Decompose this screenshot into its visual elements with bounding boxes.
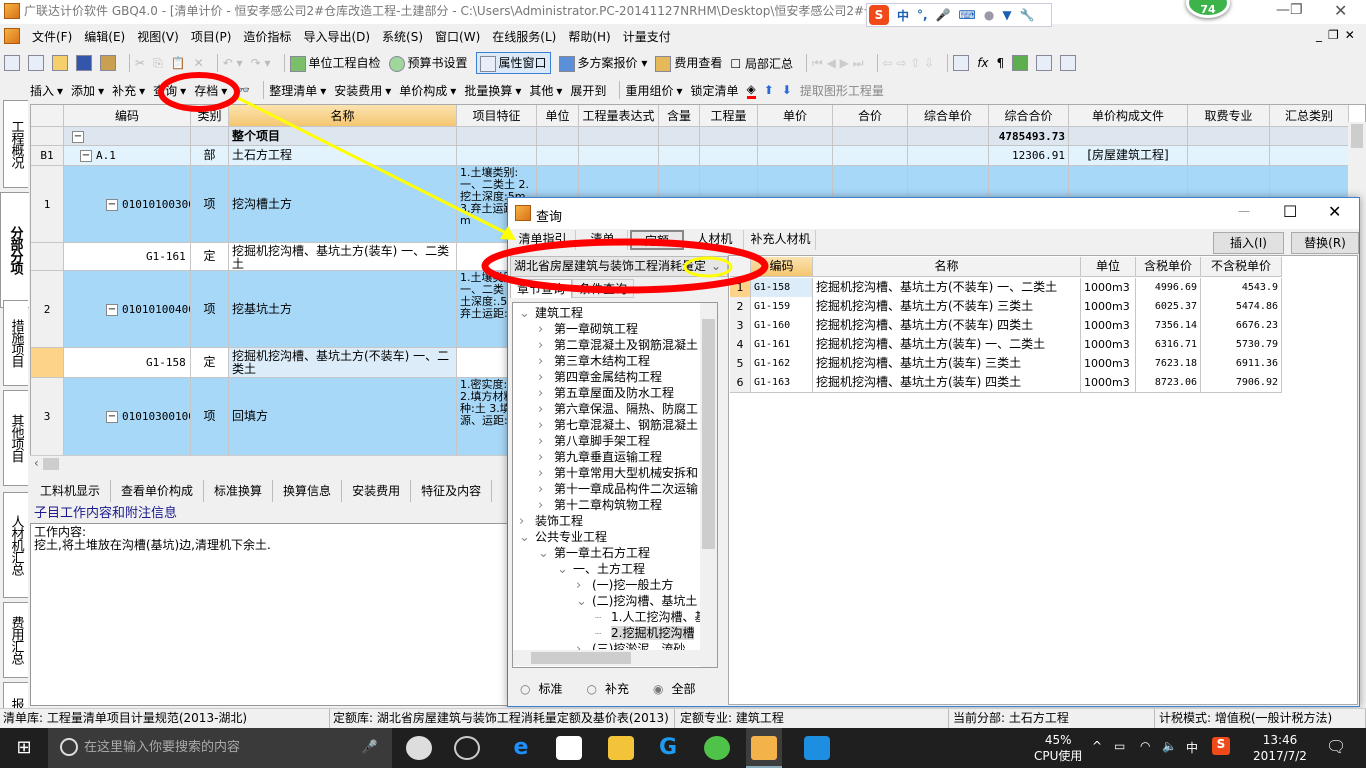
edge-icon[interactable]: e <box>508 736 534 760</box>
notification-icon[interactable]: 🗨 <box>1326 737 1346 756</box>
fan-app-icon[interactable] <box>406 736 432 760</box>
annotation-circle-dropdown <box>683 256 733 278</box>
tray-ime[interactable]: 中 <box>1186 739 1198 756</box>
windows-start-icon[interactable]: ⊞ <box>0 728 48 768</box>
annotation-arrow-line <box>237 96 513 238</box>
search-placeholder: 在这里输入你要搜索的内容 <box>84 740 241 755</box>
gbq-taskbar-item[interactable] <box>746 728 782 768</box>
status-bill-lib: 清单库: 工程量清单项目计量规范(2013-湖北) <box>0 709 330 729</box>
file-explorer-icon[interactable] <box>608 736 634 760</box>
annotation-arrow-head <box>500 226 516 240</box>
annotation-circle-query <box>158 72 240 112</box>
clock-time: 13:46 <box>1262 733 1298 747</box>
teamviewer-icon[interactable] <box>804 736 830 760</box>
cpu-label: CPU使用 <box>1034 749 1083 763</box>
status-tax-mode: 计税模式: 增值税(一般计税方法) <box>1156 709 1366 729</box>
taskbar: ⊞ 在这里输入你要搜索的内容 🎤 e G 45% CPU使用 ^ ▭ ◠ 🔈 中… <box>0 728 1366 768</box>
microphone-icon[interactable]: 🎤 <box>362 728 378 768</box>
ie-green-icon[interactable] <box>704 736 730 760</box>
status-bar: 清单库: 工程量清单项目计量规范(2013-湖北) 定额库: 湖北省房屋建筑与装… <box>0 708 1366 729</box>
clock[interactable]: 13:46 2017/7/2 <box>1240 732 1320 764</box>
swirl-app-icon[interactable] <box>454 736 480 760</box>
store-icon[interactable] <box>556 736 582 760</box>
cpu-meter[interactable]: 45% CPU使用 <box>1034 732 1082 764</box>
sogou-tray-icon[interactable]: S <box>1212 737 1230 755</box>
status-quota-lib: 定额库: 湖北省房屋建筑与装饰工程消耗量定额及基价表(2013) <box>330 709 675 729</box>
cpu-percent: 45% <box>1044 733 1072 747</box>
tray-expand-icon[interactable]: ^ <box>1092 739 1102 753</box>
battery-icon[interactable]: ▭ <box>1114 739 1125 753</box>
status-current-part: 当前分部: 土石方工程 <box>950 709 1155 729</box>
status-quota-major: 定额专业: 建筑工程 <box>677 709 949 729</box>
annotation-overlay <box>158 72 769 294</box>
volume-icon[interactable]: 🔈 <box>1162 739 1177 753</box>
cortana-icon <box>60 738 78 756</box>
taskbar-search-input[interactable]: 在这里输入你要搜索的内容 🎤 <box>48 728 392 768</box>
annotation-circle-library <box>481 238 769 294</box>
wifi-icon[interactable]: ◠ <box>1140 739 1150 753</box>
glodon-g-icon[interactable]: G <box>655 736 681 760</box>
clock-date: 2017/7/2 <box>1253 749 1307 763</box>
